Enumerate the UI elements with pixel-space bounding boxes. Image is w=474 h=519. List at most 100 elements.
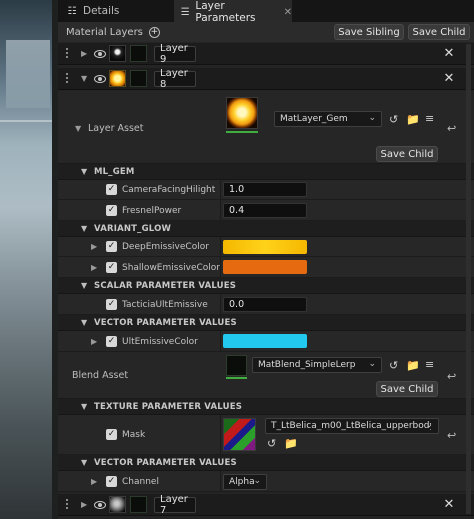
- ult-emissive-checkbox[interactable]: ✓: [106, 336, 117, 347]
- camera-facing-input[interactable]: 1.0: [223, 182, 307, 197]
- channel-label: Channel: [122, 477, 159, 487]
- options-menu-icon[interactable]: ≡: [425, 112, 434, 125]
- section-scalar-label: SCALAR PARAMETER VALUES: [94, 281, 237, 291]
- vertical-scrollbar[interactable]: [466, 44, 471, 514]
- section-scalar-parameters[interactable]: ▼ SCALAR PARAMETER VALUES: [58, 278, 474, 294]
- layer-7-name[interactable]: Layer 7: [154, 494, 196, 516]
- layer-7-thumbnail: [109, 496, 126, 513]
- use-selected-icon[interactable]: ↺: [267, 437, 276, 450]
- tacticia-input[interactable]: 0.0: [223, 297, 307, 312]
- shallow-emissive-checkbox[interactable]: ✓: [106, 262, 117, 273]
- layer-8-name[interactable]: Layer 8: [154, 68, 196, 90]
- collapse-icon[interactable]: ▼: [81, 74, 87, 83]
- layer-asset-label: Layer Asset: [88, 123, 144, 134]
- expand-icon[interactable]: ▶: [91, 337, 97, 346]
- drag-handle-icon[interactable]: [66, 499, 72, 511]
- deep-emissive-checkbox[interactable]: ✓: [106, 241, 117, 252]
- tab-details[interactable]: ☷ Details: [60, 0, 172, 22]
- expand-icon[interactable]: ▶: [81, 500, 87, 509]
- param-row-deep-emissive: ▶ ✓ DeepEmissiveColor: [58, 237, 474, 257]
- layer-asset-expand-icon[interactable]: ▼: [75, 124, 81, 133]
- param-row-tacticia: ✓ TacticiaUltEmissive 0.0: [58, 294, 474, 315]
- tab-layer-parameters-label: Layer Parameters: [195, 0, 256, 24]
- visibility-eye-icon[interactable]: [94, 501, 106, 509]
- layer-asset-thumbnail[interactable]: [226, 97, 258, 129]
- section-collapse-icon: ▼: [81, 281, 88, 290]
- reset-to-default-icon[interactable]: ↩: [447, 122, 456, 135]
- drag-handle-icon[interactable]: [66, 48, 72, 60]
- expand-icon[interactable]: ▶: [91, 477, 97, 486]
- deep-emissive-color-swatch[interactable]: [223, 240, 307, 254]
- layer-asset-save-child-button[interactable]: Save Child: [376, 146, 438, 162]
- tab-layer-parameters[interactable]: ☰ Layer Parameters ✕: [174, 0, 292, 24]
- fresnel-checkbox[interactable]: ✓: [106, 205, 117, 216]
- use-selected-icon[interactable]: ↺: [389, 359, 398, 372]
- blend-asset-value: MatBlend_SimpleLerp: [258, 360, 356, 370]
- mask-texture-dropdown[interactable]: T_LtBelica_m00_LtBelica_upperbody_skin0 …: [265, 418, 439, 434]
- ult-emissive-label: UltEmissiveColor: [122, 337, 198, 347]
- visibility-eye-icon[interactable]: [94, 75, 106, 83]
- mask-label: Mask: [122, 430, 146, 440]
- expand-icon[interactable]: ▶: [91, 242, 97, 251]
- section-variant-glow[interactable]: ▼ VARIANT_GLOW: [58, 221, 474, 237]
- channel-dropdown[interactable]: Alpha ⌄: [223, 474, 267, 490]
- param-row-shallow-emissive: ▶ ✓ ShallowEmissiveColor: [58, 257, 474, 278]
- param-row-ult-emissive: ▶ ✓ UltEmissiveColor: [58, 331, 474, 352]
- shallow-emissive-label: ShallowEmissiveColor: [122, 263, 220, 273]
- browse-folder-icon[interactable]: 📁: [406, 359, 420, 372]
- blend-asset-save-child-button[interactable]: Save Child: [376, 381, 438, 397]
- asset-type-bar: [226, 377, 247, 379]
- browse-folder-icon[interactable]: 📁: [284, 437, 298, 450]
- layer-row-8[interactable]: ▼ Layer 8 ✕: [58, 68, 474, 90]
- expand-icon[interactable]: ▶: [81, 49, 87, 58]
- remove-layer-7-icon[interactable]: ✕: [442, 498, 456, 512]
- blend-asset-thumbnail[interactable]: [226, 355, 247, 376]
- section-ml-gem-label: ML_GEM: [94, 167, 135, 177]
- tacticia-checkbox[interactable]: ✓: [106, 299, 117, 310]
- section-collapse-icon: ▼: [81, 458, 88, 467]
- save-sibling-button[interactable]: Save Sibling: [334, 24, 404, 40]
- use-selected-icon[interactable]: ↺: [389, 113, 398, 126]
- camera-facing-label: CameraFacingHilight: [122, 185, 216, 195]
- drag-handle-icon[interactable]: [66, 73, 72, 85]
- channel-value: Alpha: [229, 477, 255, 487]
- mask-texture-value: T_LtBelica_m00_LtBelica_upperbody_skin0: [271, 421, 431, 431]
- ult-emissive-color-swatch[interactable]: [223, 334, 307, 348]
- column-divider: [220, 180, 221, 199]
- reset-to-default-icon[interactable]: ↩: [447, 429, 456, 442]
- mask-texture-thumbnail[interactable]: [223, 418, 256, 451]
- chevron-down-icon: ⌄: [368, 113, 376, 123]
- tab-details-label: Details: [83, 5, 120, 17]
- column-divider: [220, 237, 221, 256]
- mask-checkbox[interactable]: ✓: [106, 429, 117, 440]
- close-tab-icon[interactable]: ✕: [284, 7, 292, 18]
- save-child-button[interactable]: Save Child: [408, 24, 470, 40]
- layer-row-7[interactable]: ▶ Layer 7 ✕: [58, 494, 474, 516]
- options-menu-icon[interactable]: ≡: [425, 358, 434, 371]
- layer-9-name[interactable]: Layer 9: [154, 43, 196, 65]
- fresnel-label: FresnelPower: [122, 206, 182, 216]
- section-ml-gem[interactable]: ▼ ML_GEM: [58, 164, 474, 180]
- reset-to-default-icon[interactable]: ↩: [447, 370, 456, 383]
- section-vector-parameters-2[interactable]: ▼ VECTOR PARAMETER VALUES: [58, 455, 474, 471]
- fresnel-input[interactable]: 0.4: [223, 203, 307, 218]
- viewport-ledge: [0, 120, 58, 122]
- add-layer-icon[interactable]: +: [148, 26, 160, 38]
- shallow-emissive-color-swatch[interactable]: [223, 260, 307, 274]
- remove-layer-8-icon[interactable]: ✕: [442, 72, 456, 86]
- layer-row-9[interactable]: ▶ Layer 9 ✕: [58, 43, 474, 65]
- blend-asset-dropdown[interactable]: MatBlend_SimpleLerp ⌄: [252, 357, 382, 373]
- layer-9-blend-thumbnail: [130, 45, 147, 62]
- camera-facing-checkbox[interactable]: ✓: [106, 184, 117, 195]
- layer-asset-dropdown[interactable]: MatLayer_Gem ⌄: [274, 111, 382, 127]
- visibility-eye-icon[interactable]: [94, 50, 106, 58]
- section-vector-parameters[interactable]: ▼ VECTOR PARAMETER VALUES: [58, 315, 474, 331]
- section-texture-parameters[interactable]: ▼ TEXTURE PARAMETER VALUES: [58, 399, 474, 415]
- viewport-background: [0, 0, 58, 519]
- section-texture-label: TEXTURE PARAMETER VALUES: [94, 402, 243, 412]
- remove-layer-9-icon[interactable]: ✕: [442, 47, 456, 61]
- expand-icon[interactable]: ▶: [91, 263, 97, 272]
- deep-emissive-label: DeepEmissiveColor: [122, 242, 209, 252]
- channel-checkbox[interactable]: ✓: [106, 476, 117, 487]
- browse-folder-icon[interactable]: 📁: [406, 113, 420, 126]
